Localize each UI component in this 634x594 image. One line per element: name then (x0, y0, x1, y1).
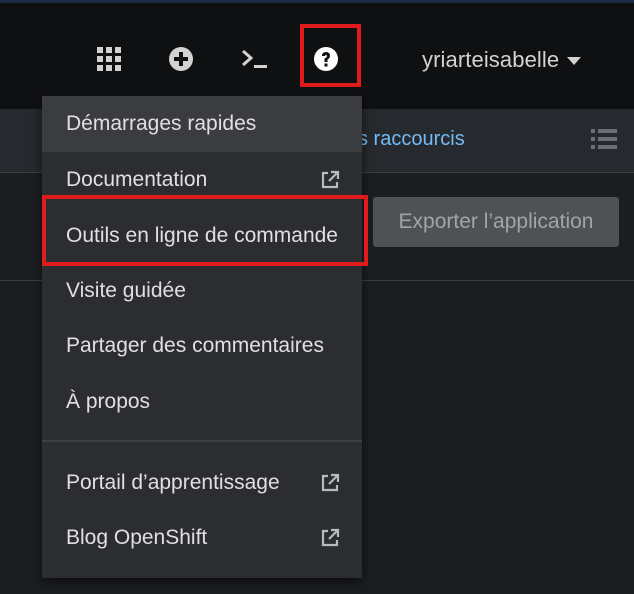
grid-icon[interactable] (91, 41, 127, 77)
terminal-icon[interactable] (236, 41, 272, 77)
caret-down-icon (567, 57, 582, 65)
menu-item-openshift-blog[interactable]: Blog OpenShift (42, 510, 362, 566)
masthead: yriarteisabelle (0, 0, 634, 109)
menu-item-label: Portail d’apprentissage (66, 471, 280, 494)
user-menu[interactable]: yriarteisabelle (422, 47, 582, 73)
menu-item-label: Partager des commentaires (66, 334, 324, 357)
list-icon[interactable] (591, 128, 617, 155)
menu-item-label: Démarrages rapides (66, 112, 257, 135)
menu-item-quick-starts[interactable]: Démarrages rapides (42, 96, 362, 152)
help-dropdown-menu: Démarrages rapides Documentation Outils … (42, 96, 362, 578)
plus-circle-icon[interactable] (163, 41, 199, 77)
command-line-tools-highlight (42, 195, 368, 266)
help-icon-highlight (300, 24, 361, 87)
menu-item-guided-tour[interactable]: Visite guidée (42, 263, 362, 319)
menu-item-label: À propos (66, 390, 151, 413)
external-link-icon (320, 528, 340, 554)
external-link-icon (320, 170, 340, 196)
menu-item-about[interactable]: À propos (42, 374, 362, 430)
menu-item-label: Blog OpenShift (66, 526, 208, 549)
shortcuts-link[interactable]: s raccourcis (358, 128, 465, 151)
external-link-icon (320, 473, 340, 499)
menu-item-share-feedback[interactable]: Partager des commentaires (42, 318, 362, 374)
username-label: yriarteisabelle (422, 47, 560, 72)
menu-item-label: Visite guidée (66, 279, 186, 302)
menu-item-learning-portal[interactable]: Portail d’apprentissage (42, 455, 362, 511)
export-application-button[interactable]: Exporter l’application (373, 197, 619, 247)
menu-divider (42, 440, 362, 442)
menu-item-label: Documentation (66, 168, 208, 191)
